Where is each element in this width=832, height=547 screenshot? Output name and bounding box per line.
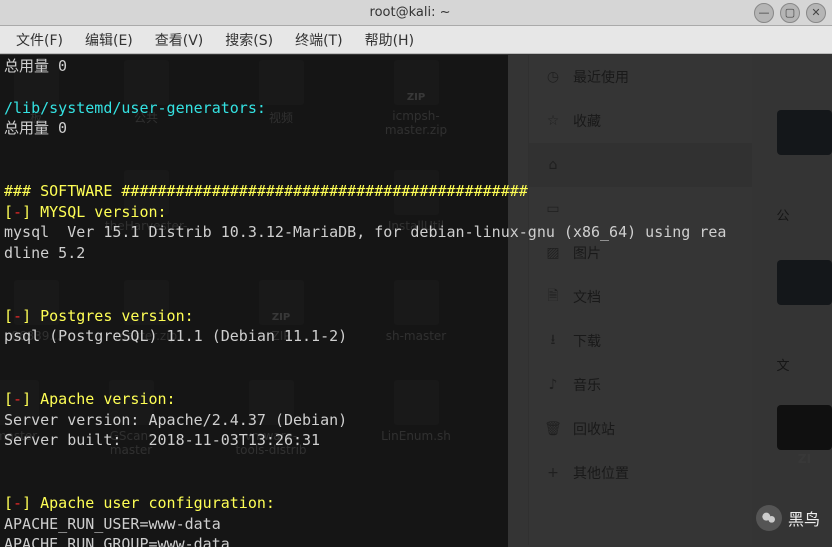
terminal-dash: - bbox=[13, 307, 22, 325]
menu-help[interactable]: 帮助(H) bbox=[355, 27, 424, 53]
maximize-button[interactable]: ▢ bbox=[780, 3, 800, 23]
terminal-line: ] MYSQL version: bbox=[22, 203, 167, 221]
watermark-text: 黑鸟 bbox=[788, 506, 820, 530]
menu-terminal[interactable]: 终端(T) bbox=[285, 27, 352, 53]
terminal-line: Server version: Apache/2.4.37 (Debian) bbox=[4, 411, 347, 429]
terminal-line: /lib/systemd/user-generators: bbox=[4, 99, 266, 117]
terminal-line: APACHE_RUN_USER=www-data bbox=[4, 515, 221, 533]
terminal-line: ] Apache version: bbox=[22, 390, 176, 408]
terminal-line: dline 5.2 bbox=[4, 244, 85, 262]
terminal-line: psql (PostgreSQL) 11.1 (Debian 11.1-2) bbox=[4, 327, 347, 345]
terminal-line: ### SOFTWARE bbox=[4, 182, 121, 200]
terminal-window: root@kali: ~ — ▢ ✕ 文件(F) 编辑(E) 查看(V) 搜索(… bbox=[0, 0, 832, 547]
terminal-line: 总用量 0 bbox=[4, 119, 67, 137]
close-button[interactable]: ✕ bbox=[806, 3, 826, 23]
terminal-line: ] Apache user configuration: bbox=[22, 494, 275, 512]
menu-file[interactable]: 文件(F) bbox=[6, 27, 73, 53]
watermark: 黑鸟 bbox=[756, 505, 820, 531]
terminal-dash: - bbox=[13, 390, 22, 408]
terminal-dash: - bbox=[13, 494, 22, 512]
terminal-line: 总用量 0 bbox=[4, 57, 67, 75]
terminal-bracket: [ bbox=[4, 203, 13, 221]
minimize-button[interactable]: — bbox=[754, 3, 774, 23]
terminal-bracket: [ bbox=[4, 390, 13, 408]
terminal-bracket: [ bbox=[4, 494, 13, 512]
terminal-line: mysql Ver 15.1 Distrib 10.3.12-MariaDB, … bbox=[4, 223, 726, 241]
terminal-line: ] Postgres version: bbox=[22, 307, 194, 325]
terminal-output[interactable]: 总用量 0 /lib/systemd/user-generators: 总用量 … bbox=[0, 54, 832, 547]
titlebar[interactable]: root@kali: ~ — ▢ ✕ bbox=[0, 0, 832, 26]
menu-search[interactable]: 搜索(S) bbox=[215, 27, 283, 53]
terminal-bracket: [ bbox=[4, 307, 13, 325]
terminal-line: Server built: 2018-11-03T13:26:31 bbox=[4, 431, 320, 449]
window-title: root@kali: ~ bbox=[66, 5, 754, 20]
menubar: 文件(F) 编辑(E) 查看(V) 搜索(S) 终端(T) 帮助(H) bbox=[0, 26, 832, 54]
terminal-dash: - bbox=[13, 203, 22, 221]
menu-view[interactable]: 查看(V) bbox=[145, 27, 214, 53]
wechat-icon bbox=[756, 505, 782, 531]
terminal-line: ########################################… bbox=[121, 182, 527, 200]
menu-edit[interactable]: 编辑(E) bbox=[75, 27, 143, 53]
terminal-line: APACHE_RUN_GROUP=www-data bbox=[4, 535, 230, 547]
